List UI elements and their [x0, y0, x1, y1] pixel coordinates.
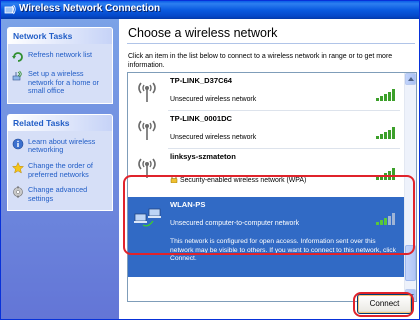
instruction-text: Click an item in the list below to conne… [128, 53, 393, 69]
star-icon [12, 161, 24, 174]
annotation-highlight-network [123, 175, 415, 255]
task-refresh-network-list[interactable]: Refresh network list [12, 50, 108, 63]
network-name: TP-LINK_D37C64 [170, 76, 233, 85]
network-status: Unsecured wireless network [170, 134, 257, 141]
related-tasks-header[interactable]: Related Tasks [8, 114, 112, 131]
network-name: linksys-szmateton [170, 152, 236, 161]
info-icon [12, 138, 24, 150]
network-tasks-header[interactable]: Network Tasks [8, 28, 112, 44]
antenna-icon [138, 82, 156, 102]
refresh-icon [12, 52, 23, 62]
signal-strength-icon [376, 89, 395, 101]
task-label[interactable]: Refresh network list [28, 50, 92, 60]
task-change-network-order[interactable]: Change the order of preferred networks [12, 161, 108, 179]
task-pane: Network Tasks Refresh network list Set u… [1, 19, 119, 319]
task-learn-wireless[interactable]: Learn about wireless networking [12, 137, 108, 155]
settings-icon [13, 186, 23, 198]
task-label[interactable]: Set up a wireless network for a home or … [28, 69, 108, 96]
network-name: TP-LINK_0001DC [170, 114, 233, 123]
chevron-up-icon [408, 77, 414, 81]
network-tasks-group: Network Tasks Refresh network list Set u… [7, 27, 113, 104]
signal-strength-icon [376, 127, 395, 139]
antenna-icon [138, 120, 156, 140]
main-panel: Choose a wireless network Click an item … [119, 19, 419, 319]
page-title: Choose a wireless network [128, 26, 278, 40]
network-status: Unsecured wireless network [170, 96, 257, 103]
wireless-network-window: Wireless Network Connection Network Task… [0, 0, 420, 320]
title-divider [127, 43, 415, 44]
network-item-tp-link-0001dc[interactable]: TP-LINK_0001DC Unsecured wireless networ… [128, 111, 405, 149]
task-label[interactable]: Learn about wireless networking [28, 137, 108, 155]
setup-network-icon [12, 70, 22, 81]
network-item-tp-link-d37c64[interactable]: TP-LINK_D37C64 Unsecured wireless networ… [128, 73, 405, 111]
task-label[interactable]: Change the order of preferred networks [28, 161, 108, 179]
related-tasks-group: Related Tasks Learn about wireless netwo… [7, 113, 113, 212]
task-advanced-settings[interactable]: Change advanced settings [12, 185, 108, 203]
title-bar[interactable]: Wireless Network Connection [1, 1, 419, 19]
scroll-up-button[interactable] [405, 73, 416, 85]
wireless-network-icon [4, 4, 16, 15]
task-setup-wireless-network[interactable]: Set up a wireless network for a home or … [12, 69, 108, 96]
task-label[interactable]: Change advanced settings [28, 185, 108, 203]
window-title: Wireless Network Connection [19, 3, 161, 14]
annotation-highlight-connect [353, 292, 414, 317]
